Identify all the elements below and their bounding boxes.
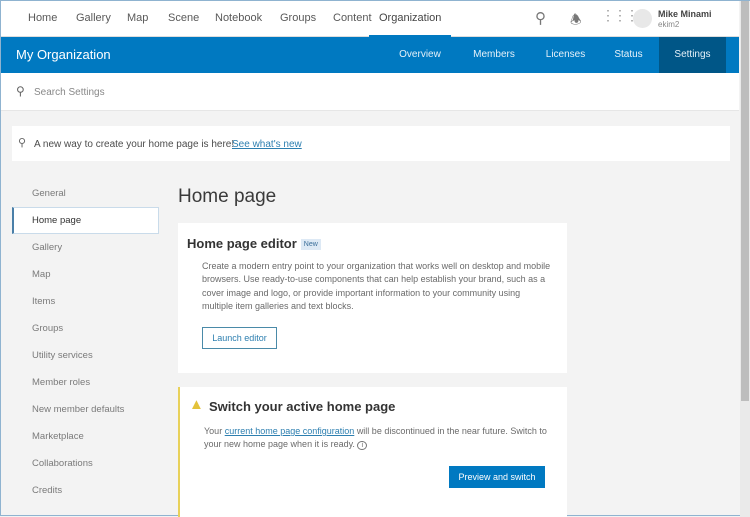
editor-description: Create a modern entry point to your orga… (202, 261, 551, 311)
nav-notebook[interactable]: Notebook (215, 12, 262, 24)
page-title: Home page (178, 186, 277, 207)
apps-grid-icon[interactable]: ⋮⋮⋮ (601, 7, 639, 24)
avatar[interactable] (633, 9, 652, 28)
announcement-banner: ⚲ A new way to create your home page is … (12, 126, 730, 161)
top-navigation: Home Gallery Map Scene Notebook Groups C… (1, 1, 739, 37)
sidebar-item-utility-services[interactable]: Utility services (32, 350, 93, 361)
tab-members[interactable]: Members (464, 37, 524, 73)
bell-icon[interactable]: 🕭 (570, 11, 582, 33)
tab-status[interactable]: Status (606, 37, 651, 73)
nav-organization[interactable]: Organization (369, 12, 452, 37)
banner-text: A new way to create your home page is he… (34, 139, 235, 150)
nav-home[interactable]: Home (28, 12, 57, 24)
info-icon[interactable]: i (357, 441, 367, 451)
sidebar-item-items[interactable]: Items (32, 296, 55, 307)
sidebar-item-member-roles[interactable]: Member roles (32, 377, 90, 388)
switch-title: Switch your active home page (209, 399, 396, 414)
search-icon: ⚲ (16, 84, 25, 98)
current-config-link[interactable]: current home page configuration (225, 426, 355, 436)
editor-title: Home page editor (187, 236, 297, 251)
user-id: ekim2 (658, 20, 680, 29)
switch-description: Your current home page configuration wil… (204, 425, 554, 453)
warning-icon: ▲ (189, 396, 204, 413)
sidebar-item-gallery[interactable]: Gallery (32, 242, 62, 253)
search-icon[interactable]: ⚲ (535, 9, 546, 27)
org-title: My Organization (16, 47, 111, 62)
switch-home-page-card: ▲ Switch your active home page Your curr… (178, 387, 567, 517)
sidebar-item-credits[interactable]: Credits (32, 485, 62, 496)
sidebar-item-map[interactable]: Map (32, 269, 50, 280)
vertical-scrollbar[interactable] (740, 1, 750, 517)
user-name[interactable]: Mike Minami (658, 9, 712, 19)
new-badge: New (300, 239, 321, 251)
nav-groups[interactable]: Groups (280, 12, 316, 24)
sidebar-item-groups[interactable]: Groups (32, 323, 63, 334)
launch-editor-button[interactable]: Launch editor (202, 327, 277, 349)
tab-settings[interactable]: Settings (659, 37, 726, 73)
sidebar-item-general[interactable]: General (32, 188, 66, 199)
organization-bar: My Organization Overview Members License… (1, 37, 739, 73)
nav-map[interactable]: Map (127, 12, 148, 24)
home-page-editor-card: Home page editor New Create a modern entr… (178, 223, 567, 373)
tab-overview[interactable]: Overview (391, 37, 449, 73)
search-input[interactable]: Search Settings (34, 87, 105, 98)
scrollbar-thumb[interactable] (741, 1, 749, 401)
sidebar-item-home-page[interactable]: Home page (32, 215, 81, 226)
tab-licenses[interactable]: Licenses (538, 37, 593, 73)
nav-gallery[interactable]: Gallery (76, 12, 111, 24)
see-whats-new-link[interactable]: See what's new (232, 139, 302, 150)
sidebar-item-marketplace[interactable]: Marketplace (32, 431, 84, 442)
lightbulb-icon: ⚲ (18, 137, 27, 149)
sidebar-item-new-member-defaults[interactable]: New member defaults (32, 404, 124, 415)
card-title: Home page editor New (187, 236, 321, 251)
sidebar-item-collaborations[interactable]: Collaborations (32, 458, 93, 469)
nav-scene[interactable]: Scene (168, 12, 199, 24)
switch-text-before: Your (204, 426, 223, 436)
nav-content[interactable]: Content (333, 12, 372, 24)
settings-search[interactable]: ⚲ Search Settings (1, 73, 739, 111)
preview-and-switch-button[interactable]: Preview and switch (449, 466, 545, 488)
